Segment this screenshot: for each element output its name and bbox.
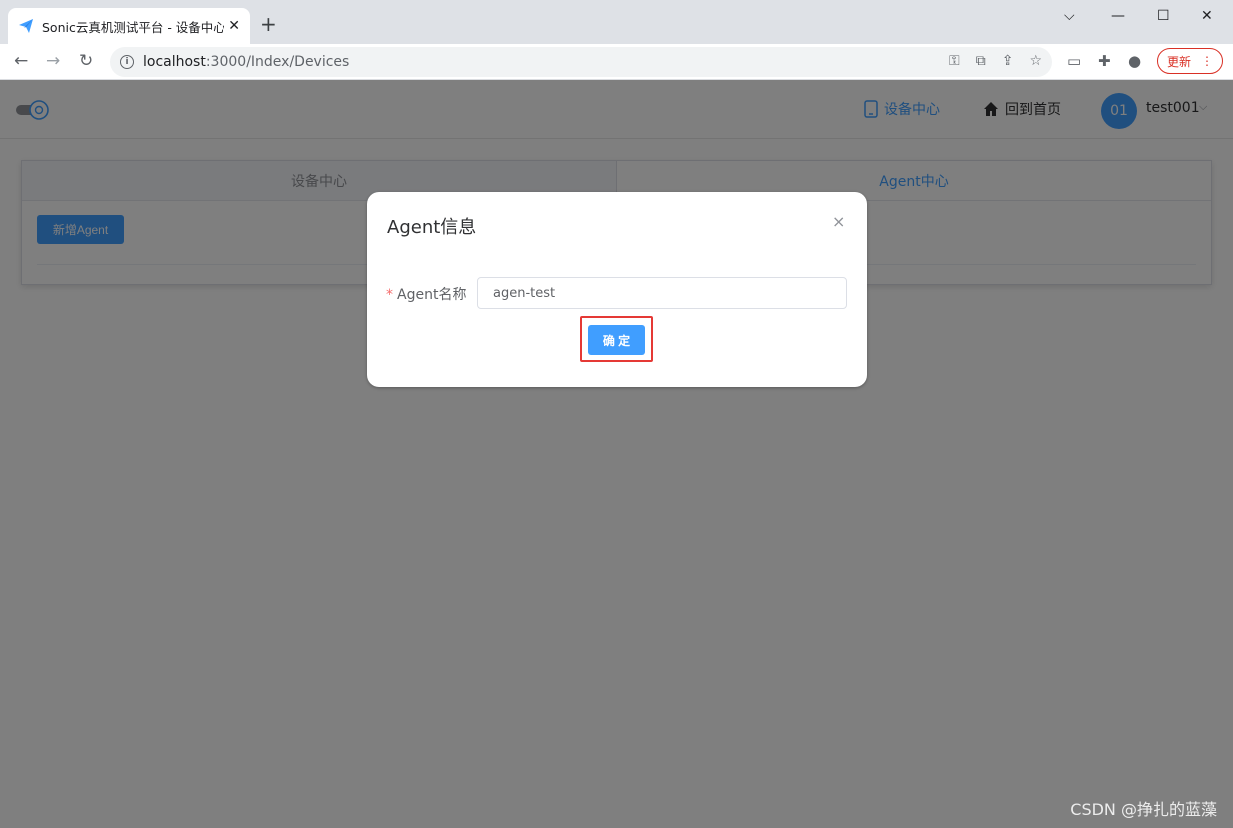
tab-title: Sonic云真机测试平台 - 设备中心	[42, 19, 225, 35]
back-arrow-icon[interactable]: ←	[14, 52, 28, 70]
confirm-button[interactable]: 确 定	[588, 325, 645, 355]
agent-info-dialog: Agent信息 × *Agent名称 确 定	[367, 192, 867, 387]
key-icon[interactable]: ⚿	[949, 53, 960, 69]
agent-name-label-text: Agent名称	[397, 287, 467, 303]
window-close-icon[interactable]: ✕	[1201, 8, 1213, 24]
close-icon[interactable]: ×	[832, 212, 845, 231]
url-host: localhost	[143, 54, 206, 70]
paper-plane-icon	[19, 19, 33, 33]
new-tab-button[interactable]: +	[260, 14, 277, 34]
watermark: CSDN @挣扎的蓝藻	[1070, 800, 1217, 819]
highlight-box: 确 定	[580, 316, 653, 362]
browser-tab[interactable]: Sonic云真机测试平台 - 设备中心 ✕	[8, 8, 250, 44]
dialog-title: Agent信息	[387, 217, 477, 238]
tab-close-icon[interactable]: ✕	[228, 18, 240, 34]
profile-icon[interactable]: ●	[1128, 52, 1141, 70]
agent-name-input[interactable]	[477, 277, 847, 309]
cast-icon[interactable]: ▭	[1067, 52, 1081, 70]
chevron-down-icon[interactable]: ⌵	[1064, 8, 1075, 24]
reload-icon[interactable]: ↻	[79, 52, 93, 70]
info-icon[interactable]: i	[120, 55, 134, 69]
agent-name-label: * Agent名称	[386, 284, 466, 304]
extensions-icon[interactable]: ✚	[1098, 52, 1111, 70]
browser-toolbar: ← → ↻ i localhost:3000/Index/Devices ⚿ ⧉…	[0, 44, 1233, 80]
update-label: 更新	[1166, 54, 1191, 69]
browser-update-button[interactable]: 更新 ⋮	[1157, 48, 1223, 74]
address-bar[interactable]: i localhost:3000/Index/Devices ⚿ ⧉ ⇪ ☆	[110, 47, 1052, 77]
browser-titlebar: Sonic云真机测试平台 - 设备中心 ✕ + ⌵ — ☐ ✕	[0, 0, 1233, 44]
url-path: :3000/Index/Devices	[205, 54, 350, 70]
share-icon[interactable]: ⇪	[1002, 53, 1014, 69]
forward-arrow-icon[interactable]: →	[46, 52, 60, 70]
more-menu-icon: ⋮	[1201, 54, 1213, 68]
required-mark: *	[386, 287, 393, 303]
translate-icon[interactable]: ⧉	[976, 53, 986, 69]
minimize-icon[interactable]: —	[1111, 8, 1125, 24]
maximize-icon[interactable]: ☐	[1157, 8, 1170, 24]
star-icon[interactable]: ☆	[1029, 53, 1042, 69]
